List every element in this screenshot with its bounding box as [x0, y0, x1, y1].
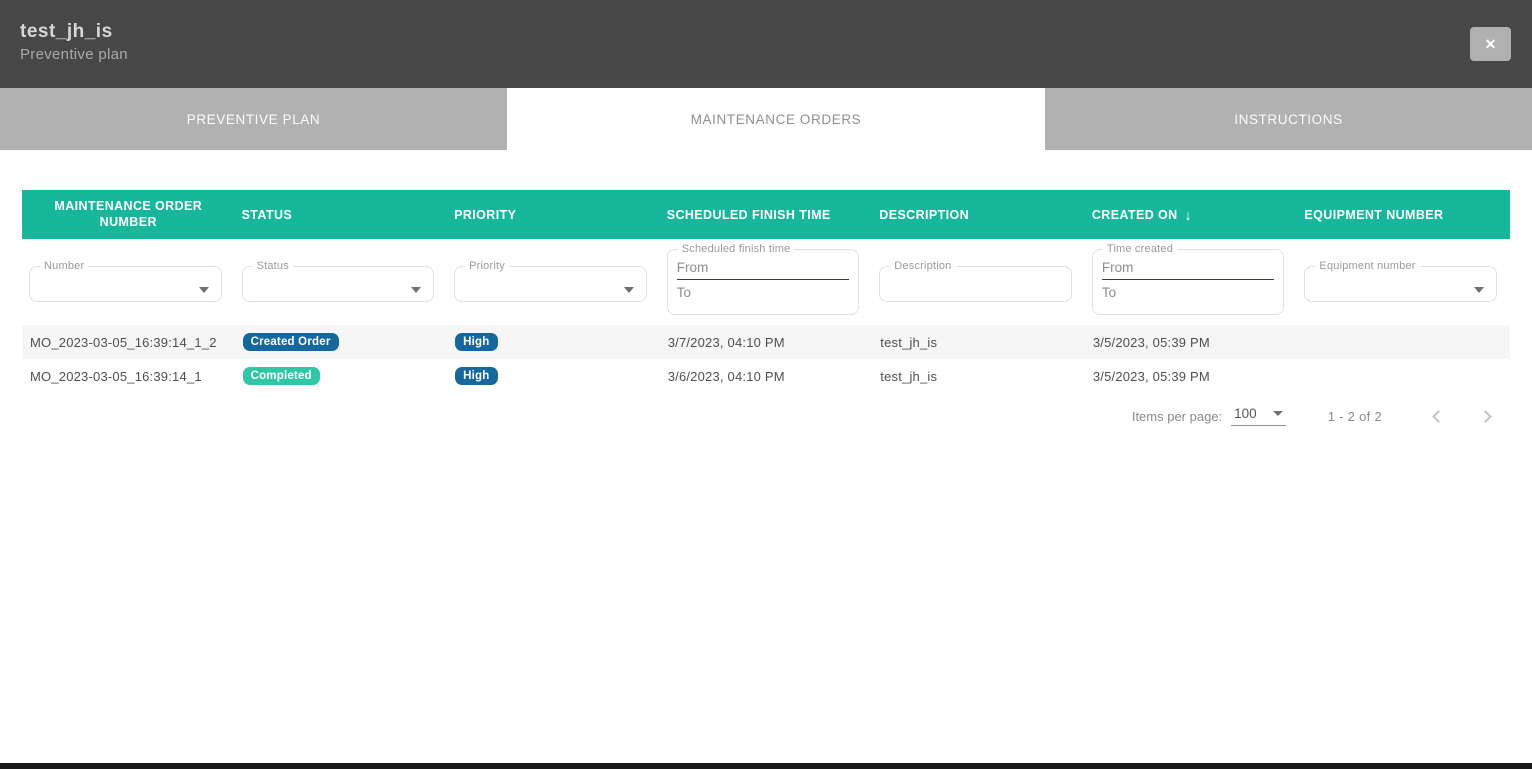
tab-maintenance-orders[interactable]: MAINTENANCE ORDERS — [507, 88, 1045, 150]
column-header-label: CREATED ON — [1092, 208, 1178, 222]
equipment-number-filter-input[interactable] — [1314, 272, 1487, 294]
time-created-filter-label: Time created — [1103, 243, 1177, 255]
cell-order-number: MO_2023-03-05_16:39:14_1_2 — [22, 335, 235, 350]
filter-cell: Equipment number — [1297, 239, 1510, 325]
scheduled-finish-to-input[interactable] — [677, 280, 850, 305]
tab-label: MAINTENANCE ORDERS — [691, 112, 862, 127]
sort-desc-icon[interactable]: ↓ — [1185, 207, 1192, 223]
items-per-page-value: 100 — [1234, 406, 1257, 421]
number-filter[interactable]: Number — [29, 260, 222, 302]
number-filter-label: Number — [40, 260, 88, 272]
description-filter[interactable]: Description — [879, 260, 1072, 302]
column-header-label: MAINTENANCE ORDER NUMBER — [48, 199, 208, 230]
chevron-down-icon[interactable] — [199, 287, 209, 293]
scheduled-finish-from-input[interactable] — [677, 255, 850, 280]
cell-priority: High — [447, 367, 660, 386]
status-badge: Created Order — [243, 333, 339, 351]
tab-instructions[interactable]: INSTRUCTIONS — [1045, 88, 1532, 150]
window-bottom-edge — [0, 763, 1532, 769]
filter-row: Number Status Priority Scheduled finish … — [22, 239, 1510, 325]
priority-filter-input[interactable] — [464, 272, 637, 294]
cell-created-on: 3/5/2023, 05:39 PM — [1085, 335, 1298, 350]
filter-cell: Priority — [447, 239, 660, 325]
close-icon: ✕ — [1485, 36, 1497, 53]
filter-cell: Status — [235, 239, 448, 325]
column-header-priority[interactable]: PRIORITY — [447, 190, 660, 239]
tab-label: INSTRUCTIONS — [1234, 112, 1342, 127]
table-row[interactable]: MO_2023-03-05_16:39:14_1 Completed High … — [22, 359, 1510, 393]
table-row[interactable]: MO_2023-03-05_16:39:14_1_2 Created Order… — [22, 325, 1510, 359]
cell-priority: High — [447, 333, 660, 352]
cell-description: test_jh_is — [872, 335, 1085, 350]
cell-created-on: 3/5/2023, 05:39 PM — [1085, 369, 1298, 384]
cell-scheduled-finish-time: 3/6/2023, 04:10 PM — [660, 369, 873, 384]
chevron-down-icon[interactable] — [1474, 287, 1484, 293]
filter-cell: Time created — [1085, 239, 1298, 325]
priority-badge: High — [455, 367, 497, 385]
column-header-label: DESCRIPTION — [879, 208, 969, 222]
page-range-label: 1 - 2 of 2 — [1328, 409, 1382, 424]
priority-filter-label: Priority — [465, 260, 509, 272]
chevron-down-icon[interactable] — [624, 287, 634, 293]
column-header-equipment-number[interactable]: EQUIPMENT NUMBER — [1297, 190, 1510, 239]
priority-filter[interactable]: Priority — [454, 260, 647, 302]
column-header-created-on[interactable]: CREATED ON ↓ — [1085, 190, 1298, 239]
cell-status: Created Order — [235, 333, 448, 352]
filter-cell: Description — [872, 239, 1085, 325]
paginator: Items per page: 100 1 - 2 of 2 — [22, 406, 1510, 426]
cell-description: test_jh_is — [872, 369, 1085, 384]
status-filter-label: Status — [253, 260, 293, 272]
page-subtitle: Preventive plan — [20, 46, 128, 63]
chevron-down-icon[interactable] — [411, 287, 421, 293]
column-header-label: EQUIPMENT NUMBER — [1304, 208, 1443, 222]
cell-scheduled-finish-time: 3/7/2023, 04:10 PM — [660, 335, 873, 350]
scheduled-finish-time-filter-label: Scheduled finish time — [678, 243, 795, 255]
column-header-label: SCHEDULED FINISH TIME — [667, 208, 831, 222]
column-header-scheduled-finish-time[interactable]: SCHEDULED FINISH TIME — [660, 190, 873, 239]
items-per-page-select[interactable]: 100 — [1231, 406, 1286, 426]
dialog-header: test_jh_is Preventive plan ✕ — [0, 0, 1532, 88]
tab-preventive-plan[interactable]: PREVENTIVE PLAN — [0, 88, 507, 150]
page-title: test_jh_is — [20, 21, 113, 43]
priority-badge: High — [455, 333, 497, 351]
column-header-description[interactable]: DESCRIPTION — [872, 190, 1085, 239]
previous-page-icon[interactable] — [1432, 410, 1445, 423]
number-filter-input[interactable] — [39, 272, 212, 294]
status-filter-input[interactable] — [252, 272, 425, 294]
description-filter-input[interactable] — [889, 272, 1062, 294]
time-created-from-input[interactable] — [1102, 255, 1275, 280]
column-header-label: PRIORITY — [454, 208, 516, 222]
cell-status: Completed — [235, 367, 448, 386]
tab-label: PREVENTIVE PLAN — [187, 112, 321, 127]
maintenance-orders-table: MAINTENANCE ORDER NUMBER STATUS PRIORITY… — [22, 190, 1510, 426]
scheduled-finish-time-filter: Scheduled finish time — [667, 243, 860, 315]
close-button[interactable]: ✕ — [1470, 27, 1511, 61]
column-header-maintenance-order-number[interactable]: MAINTENANCE ORDER NUMBER — [22, 190, 235, 239]
chevron-down-icon — [1273, 411, 1283, 416]
next-page-icon[interactable] — [1479, 410, 1492, 423]
status-filter[interactable]: Status — [242, 260, 435, 302]
description-filter-label: Description — [890, 260, 955, 272]
time-created-filter: Time created — [1092, 243, 1285, 315]
filter-cell: Scheduled finish time — [660, 239, 873, 325]
equipment-number-filter[interactable]: Equipment number — [1304, 260, 1497, 302]
tab-bar: PREVENTIVE PLAN MAINTENANCE ORDERS INSTR… — [0, 88, 1532, 150]
items-per-page-label: Items per page: — [1132, 409, 1222, 424]
equipment-number-filter-label: Equipment number — [1315, 260, 1419, 272]
column-header-label: STATUS — [242, 208, 293, 222]
time-created-to-input[interactable] — [1102, 280, 1275, 305]
filter-cell: Number — [22, 239, 235, 325]
column-header-status[interactable]: STATUS — [235, 190, 448, 239]
table-header-row: MAINTENANCE ORDER NUMBER STATUS PRIORITY… — [22, 190, 1510, 239]
cell-order-number: MO_2023-03-05_16:39:14_1 — [22, 369, 235, 384]
status-badge: Completed — [243, 367, 320, 385]
